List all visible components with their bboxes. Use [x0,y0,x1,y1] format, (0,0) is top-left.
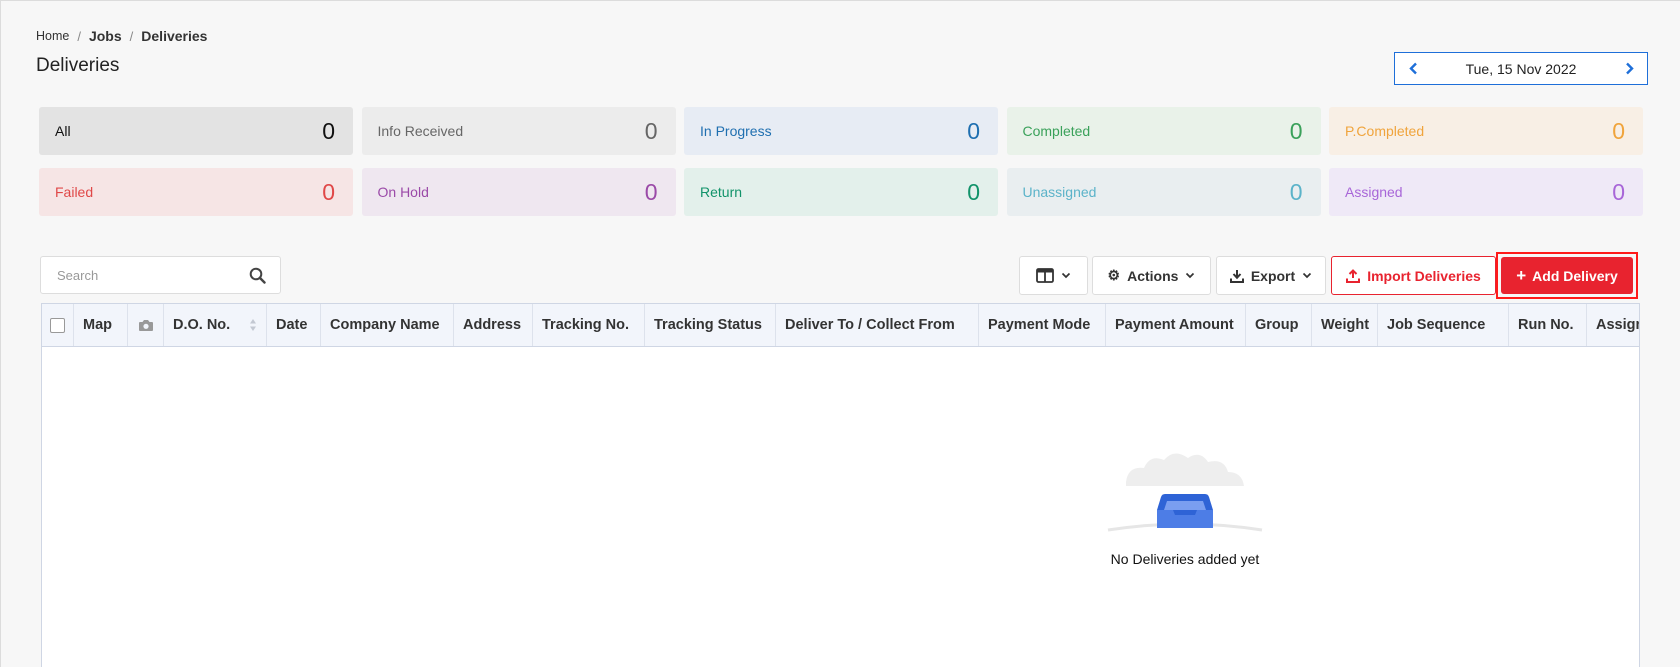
camera-icon [138,319,153,331]
status-filter-cards: All 0 Info Received 0 In Progress 0 Complet… [39,107,1643,216]
breadcrumb-jobs[interactable]: Jobs [89,28,122,44]
header-group[interactable]: Group [1246,304,1312,346]
header-payment-amount[interactable]: Payment Amount [1106,304,1246,346]
header-date[interactable]: Date [267,304,321,346]
sort-icon[interactable] [249,318,257,332]
stat-count: 0 [322,178,335,205]
stat-label: On Hold [377,184,429,200]
chevron-right-icon [1625,62,1634,75]
header-tracking-no[interactable]: Tracking No. [533,304,645,346]
header-job-sequence[interactable]: Job Sequence [1378,304,1509,346]
breadcrumb-home[interactable]: Home [36,29,69,43]
deliveries-table: Map D.O. No. Date Company Name Address T… [41,303,1640,667]
stat-card-on-hold[interactable]: On Hold 0 [361,168,676,216]
empty-inbox-icon [1107,453,1263,532]
stat-label: Unassigned [1022,184,1097,200]
stat-label: Assigned [1345,184,1403,200]
columns-icon [1036,268,1054,283]
gear-icon: ⚙ [1107,267,1121,283]
header-deliver-to[interactable]: Deliver To / Collect From [776,304,979,346]
add-delivery-highlight: + Add Delivery [1496,252,1638,299]
stat-count: 0 [1289,178,1303,205]
stat-label: Completed [1022,123,1091,139]
breadcrumb-current: Deliveries [141,28,208,44]
header-weight[interactable]: Weight [1312,304,1378,346]
stat-label: Failed [55,184,94,200]
header-tracking-status[interactable]: Tracking Status [645,304,776,346]
stat-label: All [55,123,71,139]
select-all-cell [42,304,74,346]
stat-card-failed[interactable]: Failed 0 [39,168,353,216]
header-assigned-to[interactable]: Assigned To [1587,304,1639,346]
upload-icon [1346,268,1361,283]
empty-state: No Deliveries added yet [1050,440,1320,567]
stat-card-completed[interactable]: Completed 0 [1006,107,1321,155]
header-run-no[interactable]: Run No. [1509,304,1587,346]
next-date-button[interactable] [1611,53,1647,84]
select-all-checkbox[interactable] [50,317,65,333]
breadcrumb-separator: / [77,28,81,44]
header-map[interactable]: Map [74,304,128,346]
stat-count: 0 [644,178,658,205]
page-title: Deliveries [36,55,120,76]
header-payment-mode[interactable]: Payment Mode [979,304,1106,346]
top-border [0,0,1680,1]
empty-state-message: No Deliveries added yet [1110,551,1260,567]
header-do-no[interactable]: D.O. No. [164,304,267,346]
breadcrumb-separator: / [129,28,134,44]
header-photo [128,304,164,346]
search-box [40,256,281,294]
stat-count: 0 [644,117,658,144]
stat-card-in-progress[interactable]: In Progress 0 [684,107,998,155]
left-border [0,0,1,667]
stat-card-unassigned[interactable]: Unassigned 0 [1006,168,1321,216]
stat-card-p-completed[interactable]: P.Completed 0 [1329,107,1643,155]
add-label: Add Delivery [1532,267,1618,284]
stat-label: In Progress [700,123,772,139]
stat-card-assigned[interactable]: Assigned 0 [1329,168,1643,216]
stat-label: P.Completed [1345,123,1425,139]
stat-card-return[interactable]: Return 0 [684,168,998,216]
stat-label: Return [700,184,743,200]
prev-date-button[interactable] [1395,53,1431,84]
breadcrumb: Home / Jobs / Deliveries [36,28,207,44]
download-icon [1229,269,1244,283]
search-icon[interactable] [249,267,266,284]
stat-count: 0 [1612,178,1625,205]
chevron-down-icon [1303,272,1312,279]
stat-count: 0 [1612,117,1625,144]
table-header-row: Map D.O. No. Date Company Name Address T… [42,304,1639,347]
chevron-down-icon [1186,272,1195,279]
date-navigator: Tue, 15 Nov 2022 [1394,52,1648,85]
plus-icon: + [1516,266,1527,285]
column-toggle-button[interactable] [1019,256,1088,295]
actions-label: Actions [1127,267,1179,284]
stat-label: Info Received [377,123,464,139]
actions-dropdown-button[interactable]: ⚙ Actions [1092,256,1211,295]
stat-count: 0 [1289,117,1303,144]
stat-card-all[interactable]: All 0 [39,107,353,155]
header-company-name[interactable]: Company Name [321,304,454,346]
chevron-down-icon [1061,272,1071,279]
header-address[interactable]: Address [454,304,533,346]
stat-card-info-received[interactable]: Info Received 0 [361,107,676,155]
search-input[interactable] [55,266,239,284]
stat-count: 0 [967,117,980,144]
current-date[interactable]: Tue, 15 Nov 2022 [1466,61,1577,77]
chevron-left-icon [1408,62,1417,75]
import-label: Import Deliveries [1367,267,1481,284]
export-label: Export [1250,267,1296,284]
add-delivery-button[interactable]: + Add Delivery [1501,257,1633,294]
import-deliveries-button[interactable]: Import Deliveries [1331,256,1496,295]
stat-count: 0 [967,178,980,205]
stat-count: 0 [322,117,335,144]
header-do-no-label: D.O. No. [173,317,231,333]
export-dropdown-button[interactable]: Export [1216,256,1326,295]
